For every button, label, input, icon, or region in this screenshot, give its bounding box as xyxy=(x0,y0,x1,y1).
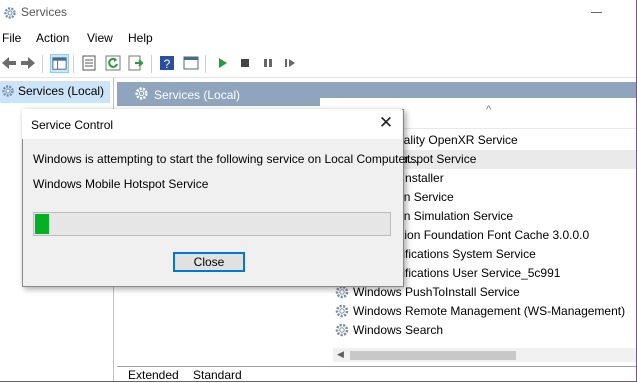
refresh-icon[interactable] xyxy=(104,54,122,72)
properties-icon[interactable] xyxy=(80,54,98,72)
services-gear-icon xyxy=(135,87,148,100)
stop-service-icon[interactable] xyxy=(236,54,254,72)
console-view-icon[interactable] xyxy=(182,54,200,72)
results-header-title: Services (Local) xyxy=(154,88,241,102)
restart-service-icon[interactable] xyxy=(281,54,299,72)
back-arrow-icon[interactable] xyxy=(0,54,18,72)
service-name: Windows Search xyxy=(353,323,444,337)
menu-view[interactable]: View xyxy=(87,31,113,45)
menu-bar: File Action View Help xyxy=(0,29,637,49)
pause-service-icon[interactable] xyxy=(259,54,277,72)
progress-fill xyxy=(35,214,49,234)
menu-file[interactable]: File xyxy=(2,31,21,45)
help-icon[interactable]: ? xyxy=(158,54,176,72)
start-progress-bar xyxy=(33,212,391,236)
window-title: Services xyxy=(21,5,68,19)
sort-ascending-icon: ^ xyxy=(486,104,492,116)
export-list-icon[interactable] xyxy=(127,54,145,72)
window-title-bar xyxy=(0,0,637,26)
toolbar: ? xyxy=(0,51,637,78)
scroll-left-icon[interactable]: ◀ xyxy=(337,349,344,360)
tab-extended[interactable]: Extended xyxy=(128,368,179,382)
show-hide-console-tree-icon[interactable] xyxy=(50,54,69,73)
services-gear-icon xyxy=(2,85,14,97)
start-service-icon[interactable] xyxy=(213,54,231,72)
tree-item-label: Services (Local) xyxy=(18,84,105,98)
dialog-service-name: Windows Mobile Hotspot Service xyxy=(33,177,209,191)
service-name: Windows Remote Management (WS-Management… xyxy=(353,304,626,318)
dialog-title: Service Control xyxy=(31,118,114,132)
menu-action[interactable]: Action xyxy=(36,31,69,45)
dialog-message: Windows is attempting to start the follo… xyxy=(33,152,419,166)
service-name: Windows PushToInstall Service xyxy=(353,285,520,299)
service-gear-icon xyxy=(335,323,349,337)
menu-help[interactable]: Help xyxy=(128,31,153,45)
minimize-button[interactable] xyxy=(590,4,604,18)
forward-arrow-icon[interactable] xyxy=(19,54,37,72)
close-button[interactable]: Close xyxy=(173,252,245,272)
svg-text:?: ? xyxy=(164,57,171,71)
services-gear-icon xyxy=(4,7,16,19)
scrollbar-thumb[interactable] xyxy=(350,351,516,360)
service-gear-icon xyxy=(335,304,349,318)
close-icon[interactable]: ✕ xyxy=(377,114,395,132)
tab-standard[interactable]: Standard xyxy=(193,368,242,382)
